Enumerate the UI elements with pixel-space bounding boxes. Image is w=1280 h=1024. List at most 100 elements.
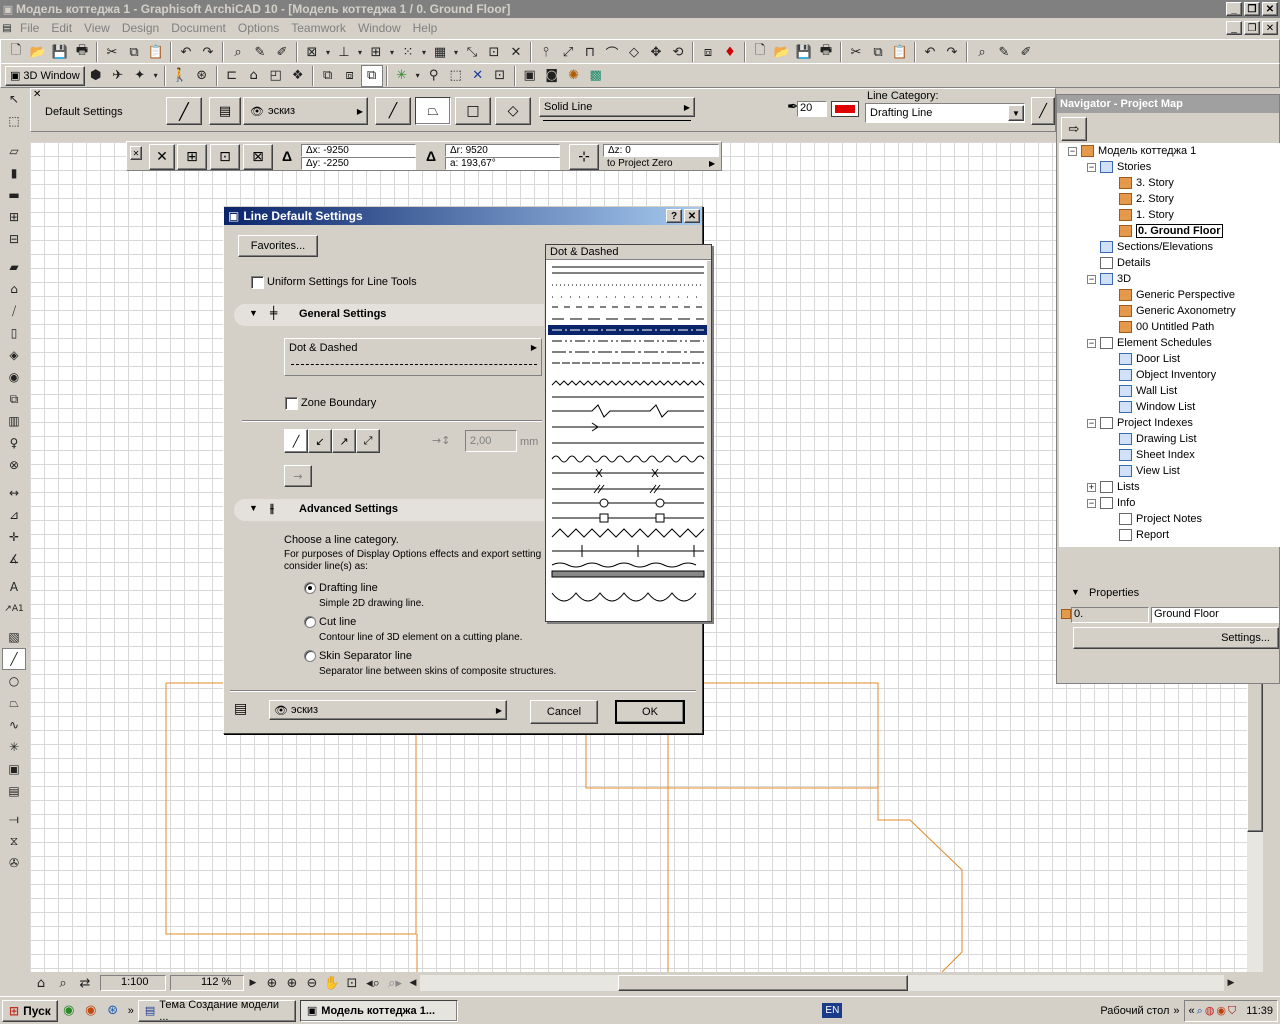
zone-boundary-checkbox[interactable] (285, 397, 298, 410)
zone-tool-icon[interactable]: ⧉ (2, 388, 26, 410)
cut-line-radio[interactable] (304, 616, 316, 628)
line-tool-button[interactable]: ╱ (166, 97, 202, 125)
angle-dim-tool-icon[interactable]: ∡ (2, 548, 26, 570)
close-button[interactable]: ✕ (1262, 2, 1278, 16)
gravity-icon[interactable]: ⊥ (333, 41, 355, 63)
dropdown-icon[interactable]: ▾ (387, 41, 397, 63)
layers-3d-icon[interactable]: ◰ (265, 65, 287, 87)
horizontal-scrollbar[interactable] (420, 975, 1224, 991)
dialog-layer-dropdown[interactable]: 👁 эскиз ▶ (269, 700, 507, 720)
window-view-icon[interactable]: ⧉ (360, 64, 383, 87)
menu-window[interactable]: Window (352, 21, 407, 35)
angle-field[interactable]: a: 193,67° (445, 157, 560, 170)
rotate-icon[interactable]: ⟲ (667, 41, 689, 63)
coord-grid2-icon[interactable]: ⊡ (210, 144, 240, 170)
dz-field[interactable]: Δz: 0 (603, 144, 719, 157)
orbit-icon[interactable]: ✦ (129, 65, 151, 87)
tray-red-icon[interactable]: ◍ (1205, 1004, 1215, 1017)
new-file-icon[interactable]: 🗋 (5, 41, 27, 63)
menu-help[interactable]: Help (407, 21, 444, 35)
circle-tool-icon[interactable]: ○ (2, 670, 26, 692)
intersect-icon[interactable]: ⊓ (579, 41, 601, 63)
scale-field[interactable]: 1:100 (100, 975, 166, 991)
tree-item-window-list[interactable]: Window List (1119, 399, 1195, 415)
eyedropper-icon[interactable]: ✎ (249, 41, 271, 63)
line-type-selector[interactable]: Dot & Dashed ▶ (284, 338, 542, 376)
cross-blue-icon[interactable]: ✕ (467, 65, 489, 87)
dropdown-icon[interactable]: ▾ (355, 41, 365, 63)
group-icon[interactable]: ⧈ (697, 41, 719, 63)
copy-view-icon[interactable]: ⧉ (317, 65, 339, 87)
layout-cut-icon[interactable]: ✂ (845, 41, 867, 63)
pointer-tool-icon[interactable]: ⤡ (461, 41, 483, 63)
coord-x-icon[interactable]: ✕ (149, 144, 175, 170)
pin-icon[interactable]: ⚲ (423, 65, 445, 87)
view-icon[interactable]: ⌂ (30, 974, 52, 992)
layout-redo-icon[interactable]: ↷ (941, 41, 963, 63)
3d-box-icon[interactable]: ⊡ (489, 65, 511, 87)
pen-color-swatch[interactable] (831, 101, 859, 117)
scroll-thumb[interactable] (1247, 682, 1263, 832)
tree-item-stories[interactable]: Stories (1100, 159, 1151, 175)
tree-collapse-icon[interactable]: − (1087, 499, 1096, 508)
pen-number-field[interactable]: 20 (797, 101, 827, 117)
dropdown-icon[interactable]: ▾ (413, 65, 423, 87)
coord-grid3-icon[interactable]: ⊠ (243, 144, 273, 170)
save-icon[interactable]: 💾 (49, 41, 71, 63)
level-dim-tool-icon[interactable]: ⊿ (2, 504, 26, 526)
green-star-icon[interactable]: ✳ (391, 65, 413, 87)
objects-icon[interactable]: ❖ (287, 65, 309, 87)
fillet-icon[interactable]: ⌒ (601, 41, 623, 63)
tree-item-story-3[interactable]: 3. Story (1119, 175, 1174, 191)
pen-red-icon[interactable]: ♦ (719, 41, 741, 63)
zoom-window-icon[interactable]: ⊡ (342, 974, 362, 992)
explore-icon[interactable]: ⊛ (191, 65, 213, 87)
dropdown-icon[interactable]: ▾ (151, 65, 161, 87)
redo-icon[interactable]: ↷ (197, 41, 219, 63)
zoom-field[interactable]: 112 % (170, 975, 244, 991)
dy-field[interactable]: Δy: -2250 (301, 157, 416, 170)
text-tool-icon[interactable]: A (2, 576, 26, 598)
tree-item-element-schedules[interactable]: Element Schedules (1100, 335, 1212, 351)
start-button[interactable]: ⊞ Пуск (2, 999, 58, 1022)
photo-camera-icon[interactable]: ◙ (541, 65, 563, 87)
next-zoom-icon[interactable]: ⌕▸ (384, 974, 406, 992)
object-tool-icon[interactable]: ▯ (2, 322, 26, 344)
info-extra-button[interactable]: ╱ (1031, 97, 1055, 125)
split-icon[interactable]: ⫯ (535, 41, 557, 63)
quicklaunch-search-icon[interactable]: ⊛ (102, 1000, 124, 1022)
tree-item-ground-floor[interactable]: 0. Ground Floor (1119, 223, 1223, 239)
mesh-tool-icon[interactable]: ◈ (2, 344, 26, 366)
layout-print-icon[interactable]: 🖶 (815, 41, 837, 63)
h-scroll-thumb[interactable] (618, 975, 908, 991)
syringe-icon[interactable]: ✐ (271, 41, 293, 63)
tree-item-generic-perspective[interactable]: Generic Perspective (1119, 287, 1235, 303)
print-icon[interactable]: 🖶 (71, 41, 93, 63)
spline-tool-icon[interactable]: ∿ (2, 714, 26, 736)
menu-view[interactable]: View (78, 21, 116, 35)
doc-restore-button[interactable]: ❐ (1244, 21, 1260, 35)
menu-edit[interactable]: Edit (45, 21, 78, 35)
section-tool-icon[interactable]: ⟞ (2, 808, 26, 830)
paste-view-icon[interactable]: ⧈ (339, 65, 361, 87)
scroll-right-icon[interactable]: ▶ (1224, 974, 1238, 992)
house-icon[interactable]: ⌂ (243, 65, 265, 87)
elevation-tool-icon[interactable]: ⧖ (2, 830, 26, 852)
play-icon[interactable]: ▶ (244, 974, 262, 992)
project-zero-icon[interactable]: ⊹ (569, 144, 599, 170)
menu-options[interactable]: Options (232, 21, 285, 35)
transform-icon[interactable]: ⬚ (445, 65, 467, 87)
snap-points-icon[interactable]: ⁙ (397, 41, 419, 63)
figure-tool-icon[interactable]: ▣ (2, 758, 26, 780)
zoom-in-icon[interactable]: ⊕ (282, 974, 302, 992)
tree-item-door-list[interactable]: Door List (1119, 351, 1180, 367)
drawing-tool-icon[interactable]: ▤ (2, 780, 26, 802)
3d-view-icon[interactable]: ⬢ (85, 65, 107, 87)
fill-tool-icon[interactable]: ▧ (2, 626, 26, 648)
arrow-end-button[interactable]: ↗ (332, 429, 356, 453)
tree-collapse-icon[interactable]: − (1087, 419, 1096, 428)
quicklaunch-more-icon[interactable]: » (128, 1005, 134, 1017)
settings-button[interactable]: Settings... (1073, 627, 1279, 649)
paste-icon[interactable]: 📋 (145, 41, 167, 63)
camera-tool-icon[interactable]: ⊗ (2, 454, 26, 476)
